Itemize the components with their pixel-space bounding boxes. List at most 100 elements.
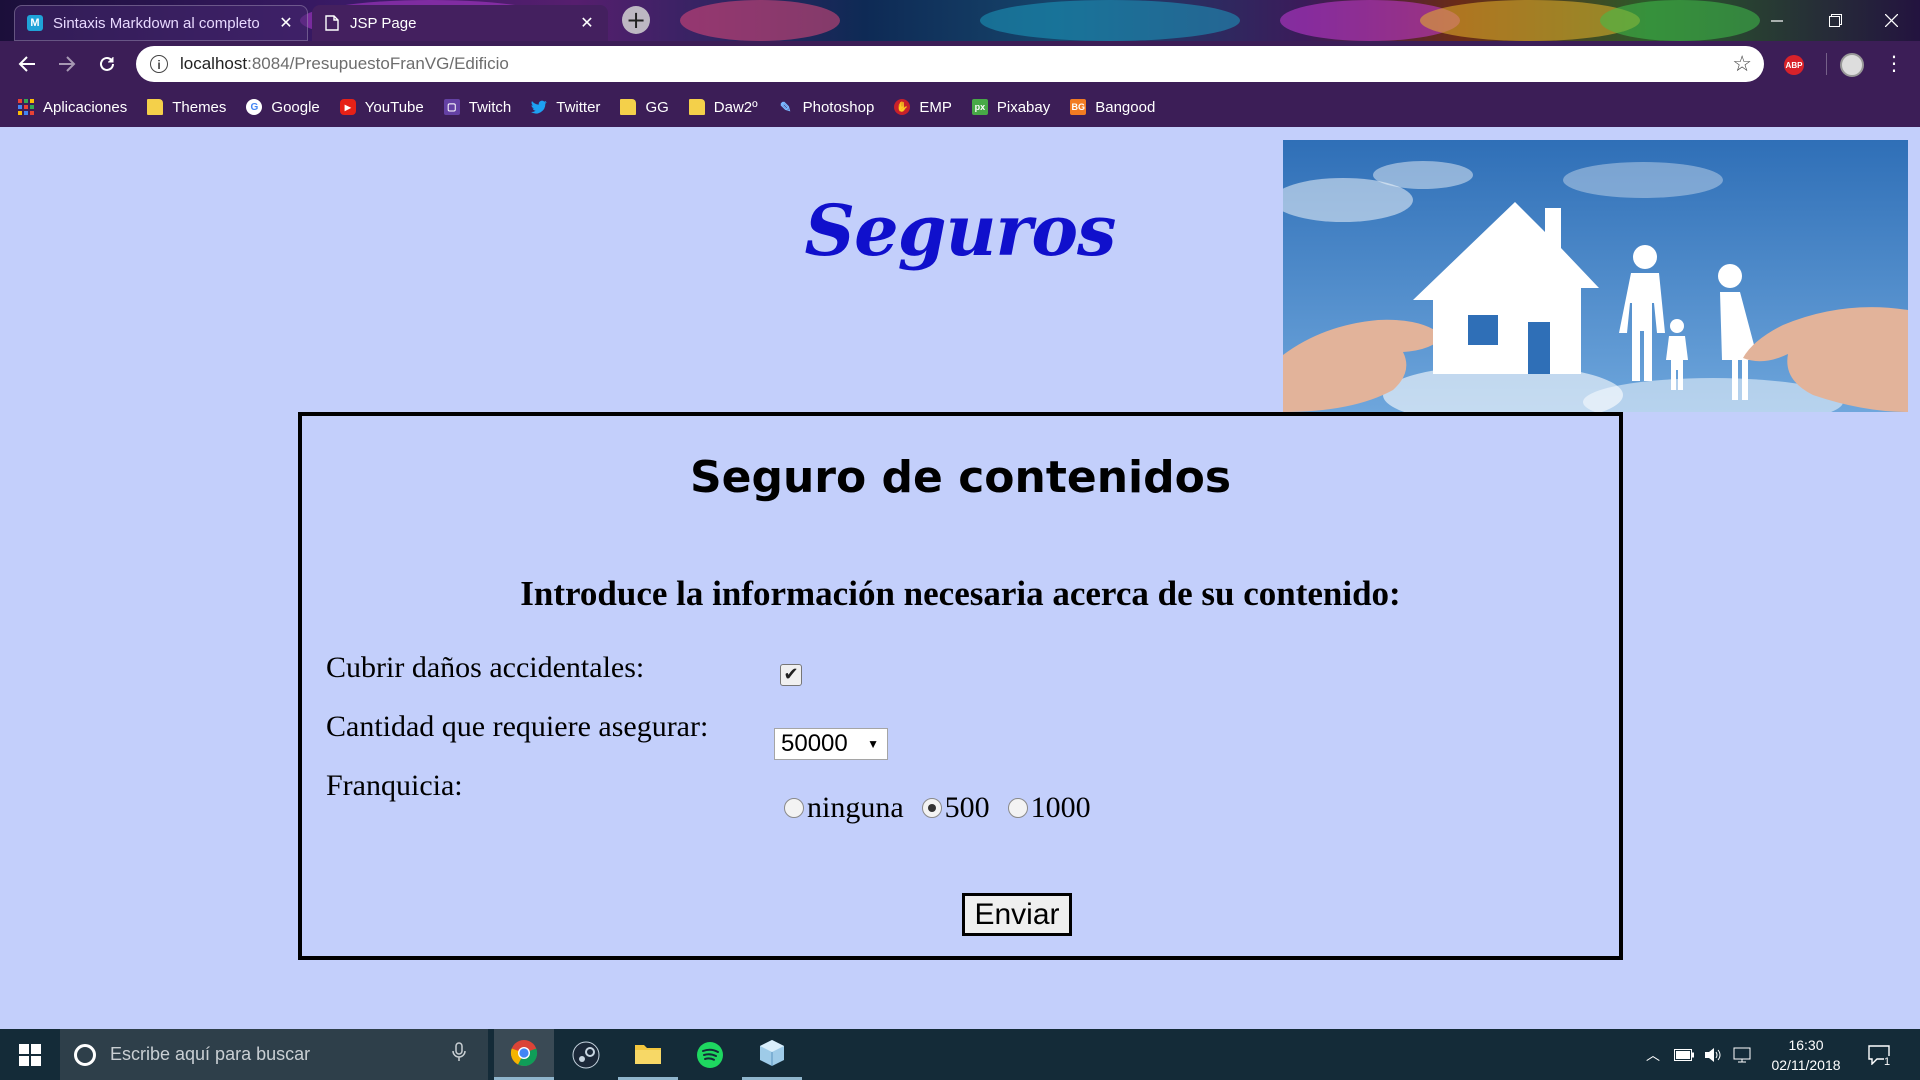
tab-close-icon[interactable]: ✕ — [277, 13, 295, 33]
banggood-icon: BG — [1070, 99, 1087, 115]
new-tab-button[interactable]: + — [622, 6, 650, 34]
amount-label: Cantidad que requiere asegurar: — [326, 710, 709, 743]
bookmark-aplicaciones[interactable]: Aplicaciones — [18, 99, 127, 116]
franchise-label: Franquicia: — [326, 769, 463, 802]
steam-icon[interactable] — [556, 1029, 616, 1080]
bookmark-photoshop[interactable]: ✎ Photoshop — [778, 99, 875, 116]
bookmark-label: Twitch — [468, 98, 512, 116]
amount-select-value: 50000 — [781, 730, 848, 757]
chevron-up-icon[interactable]: ︿ — [1646, 1045, 1660, 1065]
radio-button-selected[interactable] — [921, 798, 942, 818]
chrome-icon[interactable] — [494, 1029, 554, 1080]
bookmark-themes[interactable]: Themes — [147, 99, 226, 116]
system-tray: ︿ — [1646, 1029, 1752, 1080]
reload-icon — [100, 56, 114, 71]
theme-doodle — [680, 0, 840, 41]
franchise-option-ninguna[interactable]: ninguna — [784, 791, 904, 825]
info-icon[interactable]: i — [150, 55, 168, 73]
volume-icon — [1705, 1047, 1721, 1062]
start-button[interactable] — [0, 1029, 60, 1080]
markdown-icon: M — [27, 15, 43, 31]
bookmark-google[interactable]: G Google — [246, 98, 320, 116]
radio-label: 500 — [944, 791, 990, 824]
clock-time: 16:30 — [1788, 1037, 1824, 1053]
restore-button[interactable] — [1806, 0, 1864, 41]
spotify-icon[interactable] — [680, 1029, 740, 1080]
emp-icon: ✋ — [894, 99, 911, 115]
arrow-left-icon — [18, 56, 35, 72]
notification-count-badge: 1 — [1884, 1055, 1891, 1068]
feather-icon: ✎ — [779, 98, 792, 115]
google-icon: G — [246, 99, 263, 115]
radio-label: ninguna — [807, 791, 904, 824]
pixabay-icon: px — [971, 99, 988, 115]
clock[interactable]: 16:30 02/11/2018 — [1764, 1035, 1848, 1075]
back-button[interactable] — [12, 49, 42, 79]
twitter-icon — [531, 99, 548, 115]
profile-avatar[interactable] — [1840, 53, 1864, 77]
bookmark-daw2[interactable]: Daw2º — [688, 98, 758, 116]
insurance-form-panel: Seguro de contenidos Introduce la inform… — [298, 412, 1623, 960]
adblock-plus-icon[interactable]: ABP — [1784, 55, 1804, 75]
checkmark-icon: ✔ — [783, 664, 799, 685]
microphone-icon[interactable] — [452, 1042, 466, 1067]
radio-button[interactable] — [1007, 798, 1028, 818]
close-window-button[interactable] — [1862, 0, 1920, 41]
forward-button[interactable] — [52, 49, 82, 79]
tab-markdown[interactable]: M Sintaxis Markdown al completo ✕ — [14, 5, 308, 41]
menu-kebab-icon[interactable]: ⋮ — [1884, 51, 1904, 75]
url-path: :8084/PresupuestoFranVG/Edificio — [247, 54, 509, 73]
accidental-damage-label: Cubrir daños accidentales: — [326, 651, 645, 684]
tab-close-icon[interactable]: ✕ — [578, 13, 596, 33]
bookmark-label: Photoshop — [802, 98, 875, 116]
extension-badge: ABP — [1785, 60, 1803, 70]
bookmark-star-icon[interactable]: ☆ — [1732, 51, 1752, 77]
action-center-button[interactable]: 1 — [1868, 1029, 1891, 1080]
submit-button[interactable]: Enviar — [962, 893, 1072, 936]
browser-toolbar: i localhost:8084/PresupuestoFranVG/Edifi… — [0, 41, 1920, 87]
toolbar-divider — [1826, 53, 1827, 75]
minimize-button[interactable] — [1748, 0, 1806, 41]
bookmark-gg[interactable]: GG — [620, 98, 669, 116]
bookmark-twitch[interactable]: ▢ Twitch — [443, 98, 512, 116]
address-bar[interactable]: i localhost:8084/PresupuestoFranVG/Edifi… — [136, 46, 1764, 82]
bookmark-bangood[interactable]: BG Bangood — [1070, 99, 1155, 116]
house-family-hands-image — [1283, 140, 1908, 412]
bookmark-label: Daw2º — [713, 98, 758, 116]
amount-select[interactable]: 50000 ▼ — [774, 728, 888, 760]
folder-icon — [688, 99, 705, 115]
cortana-icon — [74, 1043, 96, 1066]
windows-taskbar: Escribe aquí para buscar ︿ 16:30 02/11/2… — [0, 1029, 1920, 1080]
form-heading: Seguro de contenidos — [689, 452, 1232, 503]
franchise-option-1000[interactable]: 1000 — [1007, 791, 1091, 825]
tab-strip: M Sintaxis Markdown al completo ✕ JSP Pa… — [0, 0, 1920, 41]
site-title: Seguros — [804, 189, 1117, 272]
taskbar-search-box[interactable]: Escribe aquí para buscar — [60, 1029, 488, 1080]
search-placeholder: Escribe aquí para buscar — [110, 1044, 311, 1064]
theme-doodle — [980, 0, 1240, 41]
accidental-damage-checkbox[interactable]: ✔ — [780, 664, 802, 686]
folder-icon — [620, 99, 637, 115]
arrow-right-icon — [59, 56, 76, 72]
bookmark-label: Themes — [172, 98, 227, 116]
bookmark-label: Aplicaciones — [43, 98, 128, 116]
bookmark-label: Google — [271, 98, 320, 116]
reload-button[interactable] — [92, 49, 122, 79]
file-explorer-icon[interactable] — [618, 1029, 678, 1080]
radio-button[interactable] — [784, 798, 804, 818]
tab-jsp-page[interactable]: JSP Page ✕ — [312, 5, 608, 41]
battery-icon — [1674, 1048, 1694, 1061]
apps-grid-icon — [18, 99, 34, 115]
clock-date: 02/11/2018 — [1771, 1057, 1841, 1073]
bookmark-pixabay[interactable]: px Pixabay — [971, 99, 1050, 116]
bookmark-emp[interactable]: ✋ EMP — [894, 99, 952, 116]
tab-title: Sintaxis Markdown al completo — [53, 14, 260, 32]
franchise-option-500[interactable]: 500 — [921, 791, 990, 825]
form-subheading: Introduce la información necesaria acerc… — [520, 574, 1401, 613]
bookmark-twitter[interactable]: Twitter — [531, 99, 600, 116]
franchise-radio-group: ninguna 500 1000 — [784, 791, 1109, 825]
youtube-icon: ▶ — [339, 99, 356, 115]
bookmark-youtube[interactable]: ▶ YouTube — [339, 99, 424, 116]
virtual-box-icon[interactable] — [742, 1029, 802, 1080]
bookmark-label: GG — [645, 98, 669, 116]
